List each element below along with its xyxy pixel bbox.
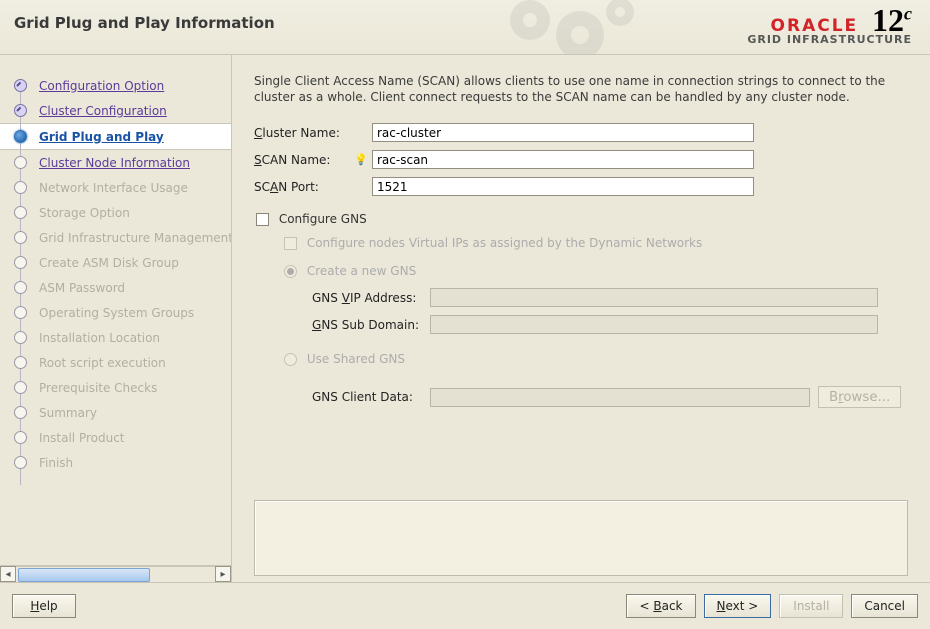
step-create-asm-disk-group: Create ASM Disk Group xyxy=(0,250,231,275)
step-pending-icon xyxy=(14,281,27,294)
step-asm-password: ASM Password xyxy=(0,275,231,300)
step-storage-option: Storage Option xyxy=(0,200,231,225)
cluster-name-label: Cluster Name: xyxy=(254,126,354,140)
step-prerequisite-checks: Prerequisite Checks xyxy=(0,375,231,400)
scroll-track[interactable] xyxy=(16,566,215,582)
step-pending-icon xyxy=(14,306,27,319)
scan-port-input[interactable] xyxy=(372,177,754,196)
cluster-name-input[interactable] xyxy=(372,123,754,142)
scan-name-label: SCAN Name: xyxy=(254,153,354,167)
step-done-icon xyxy=(14,104,27,117)
gns-vip-label: GNS VIP Address: xyxy=(312,291,430,305)
step-pending-icon xyxy=(14,181,27,194)
cancel-button[interactable]: Cancel xyxy=(851,594,918,618)
back-button[interactable]: < Back xyxy=(626,594,695,618)
intro-text: Single Client Access Name (SCAN) allows … xyxy=(254,73,908,105)
step-pending-icon xyxy=(14,256,27,269)
configure-virtual-ips-checkbox xyxy=(284,237,297,250)
step-pending-icon xyxy=(14,206,27,219)
step-done-icon xyxy=(14,79,27,92)
use-shared-gns-radio xyxy=(284,353,297,366)
scroll-right-arrow[interactable]: ▸ xyxy=(215,566,231,582)
step-pending-icon xyxy=(14,331,27,344)
install-button: Install xyxy=(779,594,843,618)
step-grid-plug-and-play[interactable]: Grid Plug and Play xyxy=(0,123,232,150)
step-cluster-configuration[interactable]: Cluster Configuration xyxy=(0,98,231,123)
step-finish: Finish xyxy=(0,450,231,475)
step-pending-icon xyxy=(14,406,27,419)
step-install-product: Install Product xyxy=(0,425,231,450)
create-new-gns-row: Create a new GNS xyxy=(284,264,908,278)
step-summary: Summary xyxy=(0,400,231,425)
browse-button: Browse... xyxy=(818,386,901,408)
step-pending-icon xyxy=(14,456,27,469)
step-pending-icon xyxy=(14,431,27,444)
lightbulb-icon: 💡 xyxy=(354,153,368,167)
configure-virtual-ips-row: Configure nodes Virtual IPs as assigned … xyxy=(284,236,908,250)
gns-subdomain-input xyxy=(430,315,878,334)
step-pending-icon xyxy=(14,381,27,394)
step-current-icon xyxy=(14,130,27,143)
configure-gns-label: Configure GNS xyxy=(279,212,367,226)
step-grid-infrastructure-management: Grid Infrastructure Management xyxy=(0,225,231,250)
wizard-steps-sidebar: Configuration Option Cluster Configurati… xyxy=(0,55,232,582)
next-button[interactable]: Next > xyxy=(704,594,772,618)
create-new-gns-radio xyxy=(284,265,297,278)
step-pending-icon xyxy=(14,231,27,244)
step-installation-location: Installation Location xyxy=(0,325,231,350)
sidebar-horizontal-scrollbar[interactable]: ◂ ▸ xyxy=(0,565,231,582)
step-operating-system-groups: Operating System Groups xyxy=(0,300,231,325)
scroll-left-arrow[interactable]: ◂ xyxy=(0,566,16,582)
message-area xyxy=(254,500,908,576)
step-cluster-node-information[interactable]: Cluster Node Information xyxy=(0,150,231,175)
step-pending-icon xyxy=(14,156,27,169)
decorative-gears xyxy=(470,0,670,54)
gns-client-data-input xyxy=(430,388,810,407)
wizard-footer: Help < Back Next > Install Cancel xyxy=(0,582,930,629)
step-pending-icon xyxy=(14,356,27,369)
configure-gns-checkbox[interactable] xyxy=(256,213,269,226)
main-content: Single Client Access Name (SCAN) allows … xyxy=(232,55,930,582)
step-root-script-execution: Root script execution xyxy=(0,350,231,375)
header: Grid Plug and Play Information ORACLE 12… xyxy=(0,0,930,55)
scan-port-label: SCAN Port: xyxy=(254,180,354,194)
gns-subdomain-label: GNS Sub Domain: xyxy=(312,318,430,332)
configure-gns-checkbox-row[interactable]: Configure GNS xyxy=(256,212,908,226)
oracle-logo: ORACLE 12c GRID INFRASTRUCTURE xyxy=(747,4,912,45)
gns-vip-input xyxy=(430,288,878,307)
scan-name-input[interactable] xyxy=(372,150,754,169)
step-network-interface-usage: Network Interface Usage xyxy=(0,175,231,200)
gns-client-data-label: GNS Client Data: xyxy=(312,390,430,404)
step-configuration-option[interactable]: Configuration Option xyxy=(0,73,231,98)
help-button[interactable]: Help xyxy=(12,594,76,618)
scroll-thumb[interactable] xyxy=(18,568,150,582)
page-title: Grid Plug and Play Information xyxy=(14,14,275,32)
use-shared-gns-row: Use Shared GNS xyxy=(284,352,908,366)
